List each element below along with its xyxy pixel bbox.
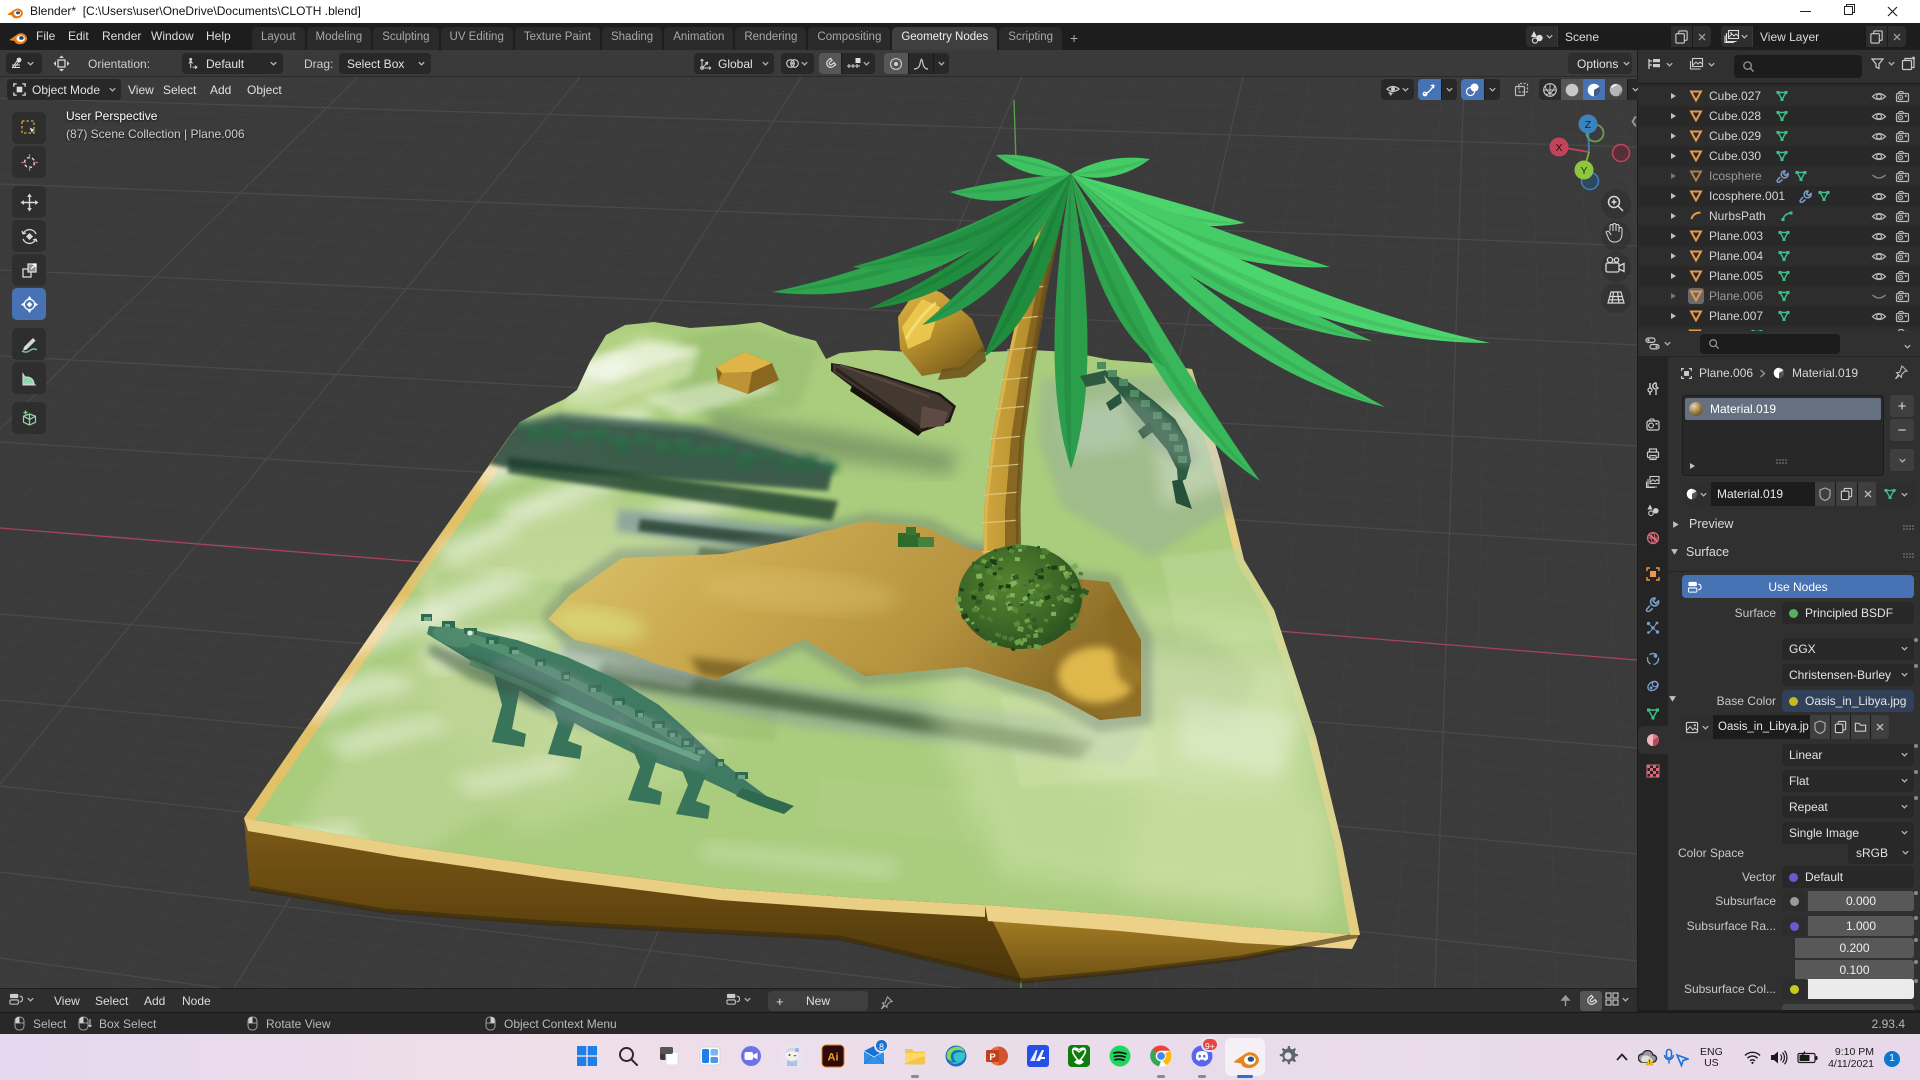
svg-text:Ai: Ai bbox=[828, 1052, 839, 1064]
svg-text:Z: Z bbox=[1585, 119, 1592, 131]
svg-text:Y: Y bbox=[1580, 165, 1587, 177]
svg-text:P: P bbox=[989, 1052, 996, 1063]
svg-text:!: ! bbox=[1649, 1060, 1651, 1066]
svg-text:X: X bbox=[1555, 142, 1562, 154]
